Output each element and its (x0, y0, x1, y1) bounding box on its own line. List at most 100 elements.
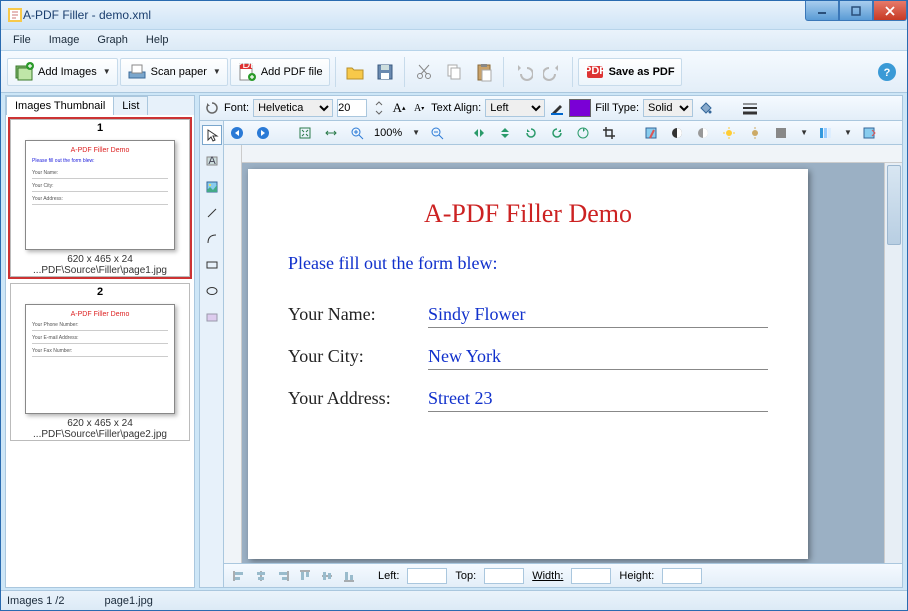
separator (335, 57, 336, 87)
align-label: Text Align: (431, 102, 481, 114)
pen-icon[interactable] (549, 100, 565, 116)
color-bars-icon[interactable] (816, 124, 834, 142)
canvas-area: A-PDF Filler Demo Please fill out the fo… (224, 145, 902, 563)
line-weight-icon[interactable] (741, 100, 757, 116)
rect-tool[interactable] (202, 255, 222, 275)
tab-thumbnail[interactable]: Images Thumbnail (6, 96, 114, 115)
width-input[interactable] (571, 568, 611, 584)
maximize-button[interactable] (839, 1, 873, 21)
free-rotate-icon[interactable] (574, 124, 592, 142)
open-button[interactable] (341, 60, 369, 84)
undo-button[interactable] (509, 60, 537, 84)
color-swatch[interactable] (569, 99, 591, 117)
scissors-icon (414, 62, 434, 82)
zoom-out-icon[interactable] (428, 124, 446, 142)
next-image-icon[interactable] (254, 124, 272, 142)
refresh-icon[interactable] (204, 100, 220, 116)
height-label: Height: (619, 570, 654, 582)
redo-button[interactable] (539, 60, 567, 84)
canvas-viewport[interactable]: A-PDF Filler Demo Please fill out the fo… (242, 163, 884, 563)
align-select[interactable]: Left (485, 99, 545, 117)
text-tool[interactable]: A (202, 151, 222, 171)
cut-button[interactable] (410, 60, 438, 84)
dropdown-arrow-icon[interactable]: ▼ (800, 128, 808, 137)
add-images-button[interactable]: Add Images ▼ (7, 58, 118, 86)
scan-paper-button[interactable]: Scan paper ▼ (120, 58, 228, 86)
fill-select[interactable]: Solid (643, 99, 693, 117)
align-bottom-icon[interactable] (340, 567, 358, 585)
add-pdf-button[interactable]: PDF Add PDF file (230, 58, 330, 86)
align-middle-icon[interactable] (318, 567, 336, 585)
effects-icon[interactable] (642, 124, 660, 142)
line-tool[interactable] (202, 203, 222, 223)
zoom-value[interactable]: 100% (374, 127, 402, 139)
save-as-pdf-button[interactable]: PDF Save as PDF (578, 58, 682, 86)
dropdown-arrow-icon[interactable]: ▼ (412, 128, 420, 137)
statusbar: Images 1 /2 page1.jpg (1, 590, 907, 610)
curve-tool[interactable] (202, 229, 222, 249)
doc-title: A-PDF Filler Demo (288, 199, 768, 229)
tab-list[interactable]: List (113, 96, 148, 115)
save-button[interactable] (371, 60, 399, 84)
align-right-icon[interactable] (274, 567, 292, 585)
ellipse-tool[interactable] (202, 281, 222, 301)
doc-subtitle: Please fill out the form blew: (288, 253, 768, 274)
contrast-down-icon[interactable] (694, 124, 712, 142)
field-value[interactable]: New York (428, 346, 768, 370)
height-input[interactable] (662, 568, 702, 584)
dropdown-arrow-icon[interactable]: ▼ (844, 128, 852, 137)
brightness-down-icon[interactable] (746, 124, 764, 142)
bucket-icon[interactable] (697, 100, 713, 116)
help-icon: ? (877, 62, 897, 82)
font-select[interactable]: Helvetica (253, 99, 333, 117)
help-button[interactable]: ? (873, 60, 901, 84)
pointer-tool[interactable] (202, 125, 222, 145)
thumbnail-item[interactable]: 1 A-PDF Filler DemoPlease fill out the f… (10, 119, 190, 277)
field-value[interactable]: Street 23 (428, 388, 768, 412)
menu-graph[interactable]: Graph (89, 32, 136, 48)
fit-page-icon[interactable] (296, 124, 314, 142)
rotate-right-icon[interactable] (548, 124, 566, 142)
font-size-spin-icon[interactable] (371, 100, 387, 116)
field-value[interactable]: Sindy Flower (428, 304, 768, 328)
zoom-in-icon[interactable] (348, 124, 366, 142)
minimize-button[interactable] (805, 1, 839, 21)
page[interactable]: A-PDF Filler Demo Please fill out the fo… (248, 169, 808, 559)
font-size-input[interactable] (337, 99, 367, 117)
flip-v-icon[interactable] (496, 124, 514, 142)
prev-image-icon[interactable] (228, 124, 246, 142)
stamp-tool[interactable] (202, 307, 222, 327)
menu-image[interactable]: Image (41, 32, 88, 48)
menu-help[interactable]: Help (138, 32, 177, 48)
align-top-icon[interactable] (296, 567, 314, 585)
image-tool[interactable] (202, 177, 222, 197)
redo-icon (543, 62, 563, 82)
thumb-dims: 620 x 465 x 24 (11, 254, 189, 265)
close-button[interactable] (873, 1, 907, 21)
copy-button[interactable] (440, 60, 468, 84)
brightness-up-icon[interactable] (720, 124, 738, 142)
flip-h-icon[interactable] (470, 124, 488, 142)
left-input[interactable] (407, 568, 447, 584)
canvas-column: 100% ▼ (224, 121, 902, 587)
fit-width-icon[interactable] (322, 124, 340, 142)
align-left-icon[interactable] (230, 567, 248, 585)
contrast-up-icon[interactable] (668, 124, 686, 142)
align-center-h-icon[interactable] (252, 567, 270, 585)
grayscale-icon[interactable] (772, 124, 790, 142)
font-decrease-icon[interactable]: A▾ (411, 100, 427, 116)
menu-file[interactable]: File (5, 32, 39, 48)
paste-button[interactable] (470, 60, 498, 84)
export-image-icon[interactable] (860, 124, 878, 142)
field-label: Your Name: (288, 304, 428, 325)
font-increase-icon[interactable]: A▴ (391, 100, 407, 116)
rotate-left-icon[interactable] (522, 124, 540, 142)
top-input[interactable] (484, 568, 524, 584)
folder-open-icon (345, 62, 365, 82)
thumbnail-item[interactable]: 2 A-PDF Filler Demo Your Phone Number:Yo… (10, 283, 190, 441)
crop-icon[interactable] (600, 124, 618, 142)
vertical-scrollbar[interactable] (884, 163, 902, 563)
dropdown-arrow-icon: ▼ (103, 67, 111, 76)
format-toolbar: Font: Helvetica A▴ A▾ Text Align: Left F… (199, 95, 903, 121)
field-row: Your Address: Street 23 (288, 388, 768, 412)
